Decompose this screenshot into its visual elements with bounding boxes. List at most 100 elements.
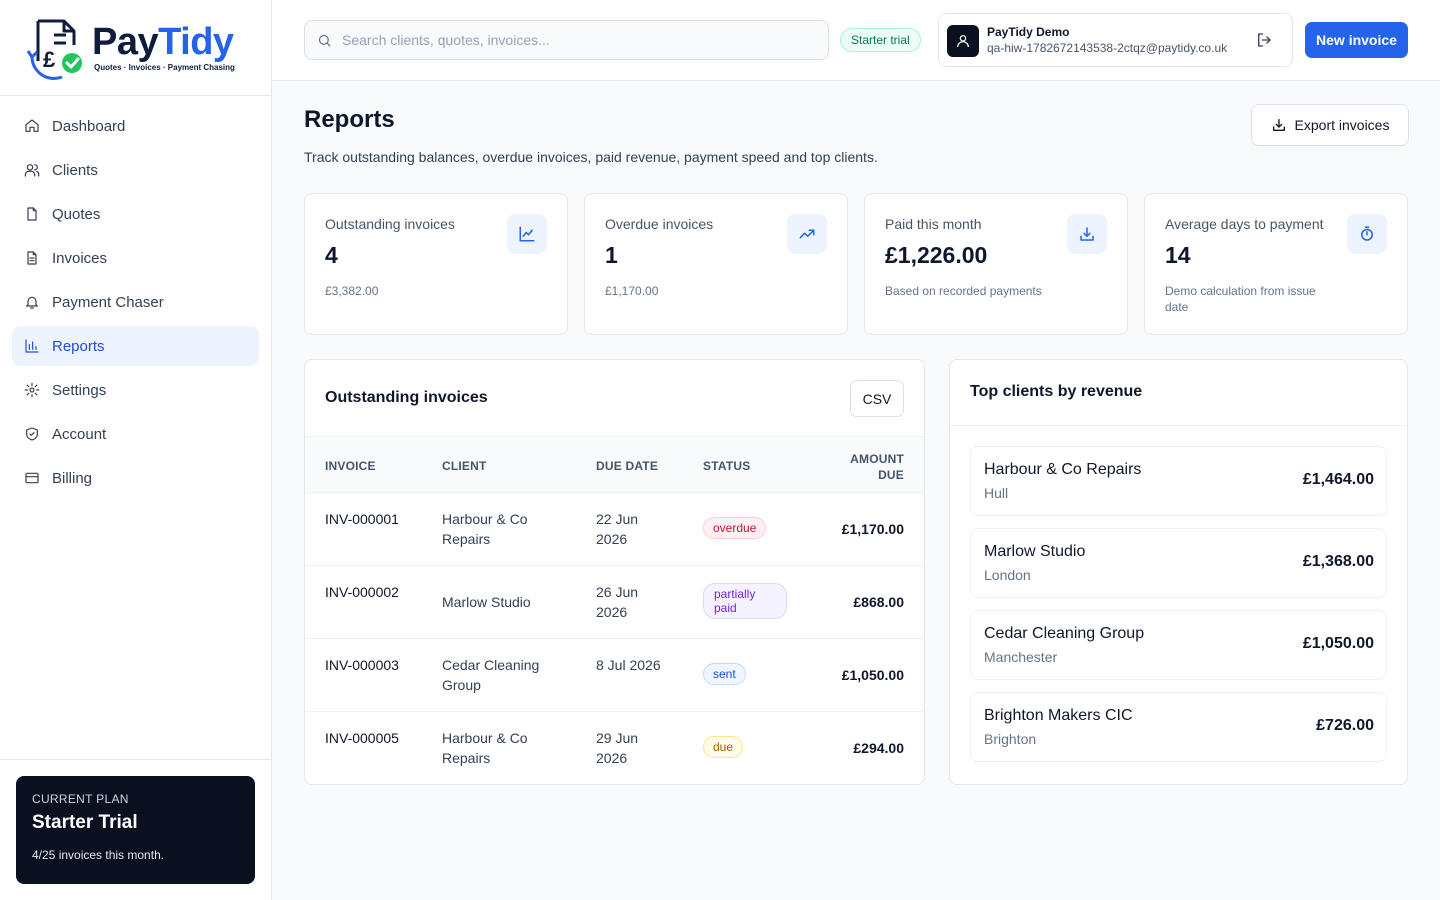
column-header-due-date[interactable]: DUE DATE	[596, 459, 658, 473]
panel-title: Top clients by revenue	[970, 383, 1143, 400]
panel-header: Top clients by revenue	[950, 360, 1407, 426]
bell-icon	[26, 296, 38, 309]
client-name: Marlow Studio	[442, 594, 531, 610]
due-date: 26 Jun 2026	[596, 584, 639, 620]
sidebar-item-invoices[interactable]: Invoices	[12, 238, 259, 278]
brand-name-tidy: Tidy	[158, 21, 234, 63]
trending-up-icon	[787, 214, 827, 254]
client-revenue: £726.00	[1316, 717, 1374, 734]
sidebar-item-billing[interactable]: Billing	[12, 458, 259, 498]
shield-icon	[26, 427, 38, 441]
client-name: Harbour & Co Repairs	[442, 511, 528, 547]
brand-text: PayTidy Quotes · Invoices · Payment Chas…	[92, 23, 235, 72]
sidebar-nav: Dashboard Clients Quotes Invoices Paymen…	[0, 96, 271, 512]
column-header-client[interactable]: CLIENT	[442, 459, 487, 473]
user-email: qa-hiw-1782672143538-2ctqz@paytidy.co.uk	[987, 41, 1228, 55]
status-badge: overdue	[703, 517, 767, 539]
sidebar-item-label: Invoices	[52, 249, 108, 267]
sidebar-item-settings[interactable]: Settings	[12, 370, 259, 410]
top-client-item[interactable]: Cedar Cleaning Group Manchester £1,050.0…	[970, 610, 1387, 680]
stat-card-overdue: Overdue invoices 1 £1,170.00	[584, 193, 848, 335]
search-input[interactable]	[342, 32, 802, 48]
sidebar-item-label: Reports	[52, 337, 105, 355]
stat-card-outstanding: Outstanding invoices 4 £3,382.00	[304, 193, 568, 335]
table-row[interactable]: INV-000003 Cedar Cleaning Group 8 Jul 20…	[305, 638, 924, 711]
client-name: Brighton Makers CIC	[984, 707, 1133, 724]
invoice-number[interactable]: INV-000001	[325, 509, 405, 529]
download-icon	[1272, 119, 1285, 131]
sidebar-item-quotes[interactable]: Quotes	[12, 194, 259, 234]
client-city: Brighton	[984, 731, 1037, 747]
invoice-number[interactable]: INV-000002	[325, 582, 405, 602]
client-name: Harbour & Co Repairs	[442, 730, 528, 766]
column-header-invoice[interactable]: INVOICE	[325, 459, 376, 473]
invoice-number[interactable]: INV-000005	[325, 728, 405, 748]
amount-due: £294.00	[853, 740, 904, 756]
current-plan-card: CURRENT PLAN Starter Trial 4/25 invoices…	[16, 776, 255, 884]
amount-due: £1,050.00	[841, 667, 904, 683]
csv-export-button[interactable]: CSV	[850, 380, 904, 417]
panel-title: Outstanding invoices	[325, 389, 488, 406]
file-text-icon	[27, 251, 37, 265]
brand-tagline: Quotes · Invoices · Payment Chasing	[94, 63, 235, 72]
sidebar-item-payment-chaser[interactable]: Payment Chaser	[12, 282, 259, 322]
sidebar-item-account[interactable]: Account	[12, 414, 259, 454]
gear-icon	[24, 382, 40, 398]
table-header: INVOICE CLIENT DUE DATE STATUS AMOUNT DU…	[305, 436, 924, 492]
sidebar-item-label: Account	[52, 425, 107, 443]
logout-button[interactable]	[1255, 31, 1273, 49]
sidebar-item-label: Payment Chaser	[52, 293, 164, 311]
file-icon	[27, 207, 37, 221]
logout-icon	[1258, 33, 1271, 47]
top-client-item[interactable]: Harbour & Co Repairs Hull £1,464.00	[970, 446, 1387, 516]
brand-logo[interactable]: £ PayTidy Quotes · Invoices · Payment Ch…	[0, 0, 271, 96]
user-name: PayTidy Demo	[987, 25, 1070, 39]
stat-card-avg-days: Average days to payment 14 Demo calculat…	[1144, 193, 1408, 335]
top-client-item[interactable]: Brighton Makers CIC Brighton £726.00	[970, 692, 1387, 762]
page-title: Reports	[304, 106, 395, 133]
plan-usage: 4/25 invoices this month.	[32, 848, 165, 862]
due-date: 8 Jul 2026	[596, 657, 661, 673]
page-subtitle: Track outstanding balances, overdue invo…	[304, 149, 878, 165]
stat-card-paid-this-month: Paid this month £1,226.00 Based on recor…	[864, 193, 1128, 335]
download-icon	[1067, 214, 1107, 254]
column-header-amount-due[interactable]: AMOUNT DUE	[844, 451, 904, 483]
svg-text:£: £	[43, 47, 56, 72]
sidebar-item-label: Quotes	[52, 205, 101, 223]
plan-label: CURRENT PLAN	[32, 792, 129, 806]
table-row[interactable]: INV-000005 Harbour & Co Repairs 29 Jun 2…	[305, 711, 924, 784]
sidebar-item-dashboard[interactable]: Dashboard	[12, 106, 259, 146]
amount-due: £868.00	[853, 594, 904, 610]
column-header-status[interactable]: STATUS	[703, 459, 750, 473]
status-badge: partially paid	[703, 583, 787, 619]
status-badge: sent	[703, 663, 746, 685]
brand-name-pay: Pay	[92, 21, 159, 63]
credit-card-icon	[25, 472, 39, 484]
client-city: Manchester	[984, 649, 1058, 665]
avatar	[947, 25, 979, 57]
sidebar-item-clients[interactable]: Clients	[12, 150, 259, 190]
export-invoices-button[interactable]: Export invoices	[1251, 104, 1409, 146]
search-box[interactable]	[304, 20, 829, 60]
users-icon	[24, 164, 40, 177]
client-city: London	[984, 567, 1031, 583]
outstanding-invoices-panel: Outstanding invoices CSV INVOICE CLIENT …	[304, 359, 925, 785]
top-client-item[interactable]: Marlow Studio London £1,368.00	[970, 528, 1387, 598]
table-row[interactable]: INV-000001 Harbour & Co Repairs 22 Jun 2…	[305, 492, 924, 565]
new-invoice-button[interactable]: New invoice	[1305, 22, 1408, 58]
invoice-number[interactable]: INV-000003	[325, 655, 405, 675]
brand-name: PayTidy	[92, 23, 235, 61]
sidebar-item-reports[interactable]: Reports	[12, 326, 259, 366]
stat-sub: Demo calculation from issue date	[1165, 284, 1316, 314]
amount-due: £1,170.00	[841, 521, 904, 537]
table-row[interactable]: INV-000002 Marlow Studio 26 Jun 2026 par…	[305, 565, 924, 638]
stopwatch-icon	[1347, 214, 1387, 254]
sidebar-item-label: Clients	[52, 161, 98, 179]
sidebar-item-label: Settings	[52, 381, 107, 399]
sidebar-divider	[0, 759, 271, 760]
trial-badge: Starter trial	[840, 28, 921, 52]
client-revenue: £1,464.00	[1302, 471, 1374, 488]
stat-sub: £1,170.00	[605, 284, 659, 298]
search-icon	[318, 34, 331, 47]
client-city: Hull	[984, 485, 1009, 501]
